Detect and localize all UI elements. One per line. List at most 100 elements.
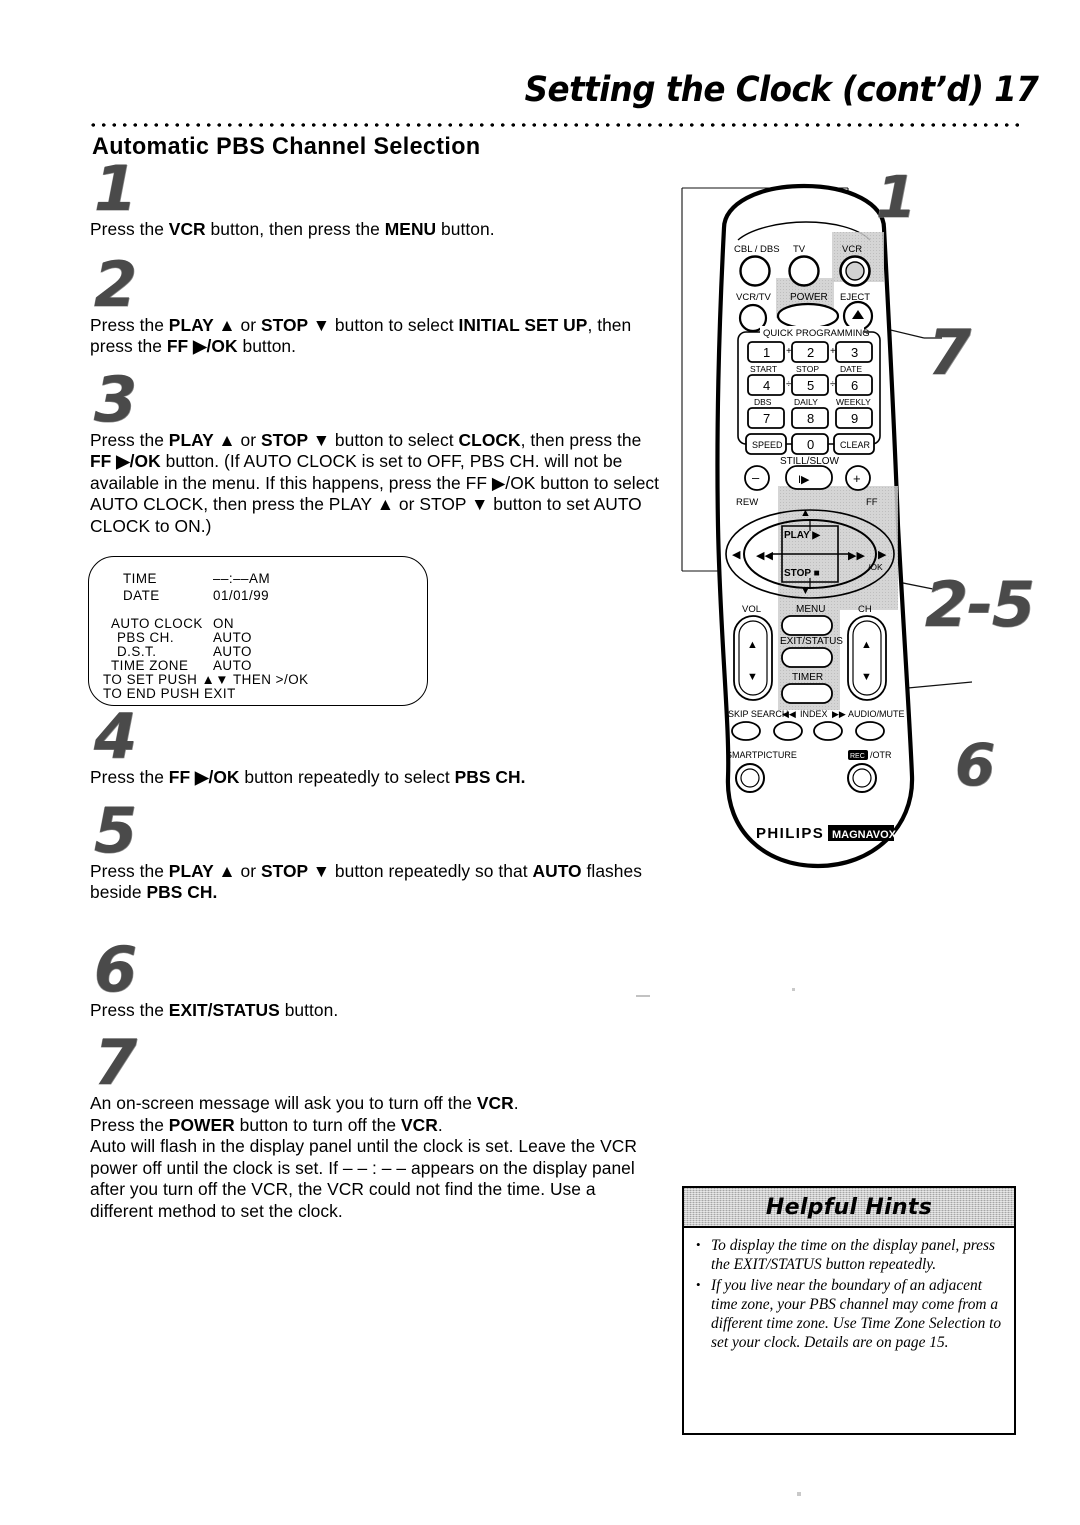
label-vol: VOL bbox=[742, 604, 761, 615]
label-start: START bbox=[750, 364, 777, 374]
osd-time-zone-label: TIME ZONE bbox=[111, 658, 189, 673]
tv-button bbox=[788, 255, 820, 287]
label-ok: /OK bbox=[868, 562, 883, 572]
label-dbs: DBS bbox=[754, 397, 772, 407]
callout-step-7: 7 bbox=[928, 316, 971, 389]
osd-footer-line-2: TO END PUSH EXIT bbox=[103, 686, 236, 701]
right-triangle-icon: ▶ bbox=[878, 549, 887, 561]
timer-button bbox=[781, 683, 833, 704]
label-stop-btn: STOP ■ bbox=[784, 568, 820, 579]
slow-plus-label: + bbox=[853, 471, 861, 486]
scan-artifact bbox=[636, 995, 650, 997]
label-stop: STOP bbox=[796, 364, 819, 374]
key-4-label: 4 bbox=[763, 378, 770, 393]
brand-magnavox: MAGNAVOX bbox=[832, 829, 897, 841]
section-heading: Automatic PBS Channel Selection bbox=[92, 133, 481, 160]
step-2-text: Press the PLAY ▲ or STOP ▼ button to sel… bbox=[90, 314, 632, 357]
key-3-label: 3 bbox=[851, 345, 858, 360]
step-number-2: 2 bbox=[94, 247, 137, 321]
step-number-6: 6 bbox=[94, 932, 137, 1006]
label-date: DATE bbox=[840, 364, 862, 374]
scan-artifact bbox=[792, 988, 795, 991]
helpful-hints-list: To display the time on the display panel… bbox=[684, 1228, 1014, 1353]
step-4: 4 Press the FF ▶/OK button repeatedly to… bbox=[90, 700, 660, 789]
plus-sep-1: + bbox=[786, 346, 792, 357]
step-3: 3 Press the PLAY ▲ or STOP ▼ button to s… bbox=[90, 368, 660, 538]
label-quick-programming: QUICK PROGRAMMING bbox=[763, 328, 870, 339]
label-timer: TIMER bbox=[792, 672, 823, 683]
manual-page: Setting the Clock (cont’d) 17 Automatic … bbox=[0, 0, 1080, 1525]
key-1-label: 1 bbox=[763, 345, 770, 360]
ff-icon: ▶▶ bbox=[848, 550, 865, 562]
osd-dst-value: AUTO bbox=[213, 644, 252, 659]
step-number-5: 5 bbox=[94, 793, 137, 867]
vol-down-icon: ▼ bbox=[747, 671, 758, 683]
ch-up-icon: ▲ bbox=[861, 639, 872, 651]
callout-step-6: 6 bbox=[955, 731, 995, 799]
skip-search-button bbox=[731, 721, 761, 741]
osd-pbs-ch-label: PBS CH. bbox=[117, 630, 175, 645]
label-exit-status: EXIT/STATUS bbox=[780, 636, 843, 647]
label-skip-search: SKIP SEARCH bbox=[728, 709, 788, 719]
step-6-text: Press the EXIT/STATUS button. bbox=[90, 999, 339, 1020]
rew-icon: ◀◀ bbox=[756, 550, 773, 562]
index-back-button bbox=[773, 721, 803, 741]
step-number-1: 1 bbox=[94, 152, 138, 225]
osd-auto-clock-value: ON bbox=[213, 616, 235, 631]
index-left-icon: ◀◀ bbox=[782, 709, 796, 719]
label-rec: REC bbox=[850, 753, 865, 760]
hint-item: To display the time on the display panel… bbox=[694, 1235, 1006, 1275]
slow-minus-label: – bbox=[752, 470, 760, 485]
label-cbl-dbs: CBL / DBS bbox=[734, 244, 780, 255]
key-9-label: 9 bbox=[851, 411, 858, 426]
step-7-text: An on-screen message will ask you to tur… bbox=[90, 1093, 637, 1221]
osd-auto-clock-label: AUTO CLOCK bbox=[111, 616, 203, 631]
key-2-label: 2 bbox=[807, 345, 814, 360]
audio-mute-button bbox=[855, 721, 885, 741]
osd-date-label: DATE bbox=[123, 588, 160, 603]
step-5-text: Press the PLAY ▲ or STOP ▼ button repeat… bbox=[90, 860, 642, 903]
plus-sep-2: + bbox=[830, 346, 836, 357]
index-right-icon: ▶▶ bbox=[832, 709, 846, 719]
key-7-label: 7 bbox=[763, 411, 770, 426]
step-5: 5 Press the PLAY ▲ or STOP ▼ button repe… bbox=[90, 793, 660, 904]
helpful-hints-title-bar: Helpful Hints bbox=[684, 1188, 1014, 1228]
step-2: 2 Press the PLAY ▲ or STOP ▼ button to s… bbox=[90, 247, 660, 358]
osd-pbs-ch-value: AUTO bbox=[213, 630, 252, 645]
index-fwd-button bbox=[813, 721, 843, 741]
minus-sep-1: ÷ bbox=[786, 379, 792, 390]
brand-philips: PHILIPS bbox=[756, 825, 824, 842]
label-power: POWER bbox=[790, 292, 828, 303]
osd-date-value: 01/01/99 bbox=[213, 588, 270, 603]
power-button bbox=[776, 302, 840, 330]
step-3-text: Press the PLAY ▲ or STOP ▼ button to sel… bbox=[90, 429, 660, 536]
down-triangle-icon: ▼ bbox=[800, 585, 811, 597]
label-play: PLAY ▶ bbox=[784, 530, 821, 541]
minus-sep-2: ÷ bbox=[830, 379, 836, 390]
key-6-label: 6 bbox=[851, 378, 858, 393]
hint-item: If you live near the boundary of an adja… bbox=[694, 1275, 1006, 1353]
helpful-hints-box: Helpful Hints To display the time on the… bbox=[682, 1186, 1016, 1435]
remote-control-diagram: CBL / DBS TV VCR VCR/TV POWER EJECT QUIC… bbox=[672, 166, 1080, 886]
helpful-hints-title: Helpful Hints bbox=[765, 1194, 933, 1220]
step-1-text: Press the VCR button, then press the MEN… bbox=[90, 219, 495, 240]
step-7: 7 An on-screen message will ask you to t… bbox=[90, 1032, 660, 1222]
key-0-label: 0 bbox=[807, 437, 814, 452]
ch-down-icon: ▼ bbox=[861, 671, 872, 683]
step-number-4: 4 bbox=[94, 700, 137, 774]
label-rew: REW bbox=[736, 497, 758, 508]
header-dotted-rule bbox=[88, 122, 1026, 128]
callout-step-1: 1 bbox=[876, 163, 916, 231]
label-audio-mute: AUDIO/MUTE bbox=[848, 709, 905, 719]
label-vcr: VCR bbox=[842, 244, 862, 255]
page-title: Setting the Clock (cont’d) 17 bbox=[524, 70, 1038, 110]
osd-time-label: TIME bbox=[123, 571, 157, 586]
key-8-label: 8 bbox=[807, 411, 814, 426]
osd-time-value: ––:––AM bbox=[213, 571, 271, 586]
step-4-text: Press the FF ▶/OK button repeatedly to s… bbox=[90, 767, 526, 788]
key-clear-label: CLEAR bbox=[840, 440, 871, 450]
key-speed-label: SPEED bbox=[752, 440, 783, 450]
left-triangle-icon: ◀ bbox=[732, 549, 741, 561]
label-otr: /OTR bbox=[870, 750, 892, 760]
osd-time-zone-value: AUTO bbox=[213, 658, 252, 673]
